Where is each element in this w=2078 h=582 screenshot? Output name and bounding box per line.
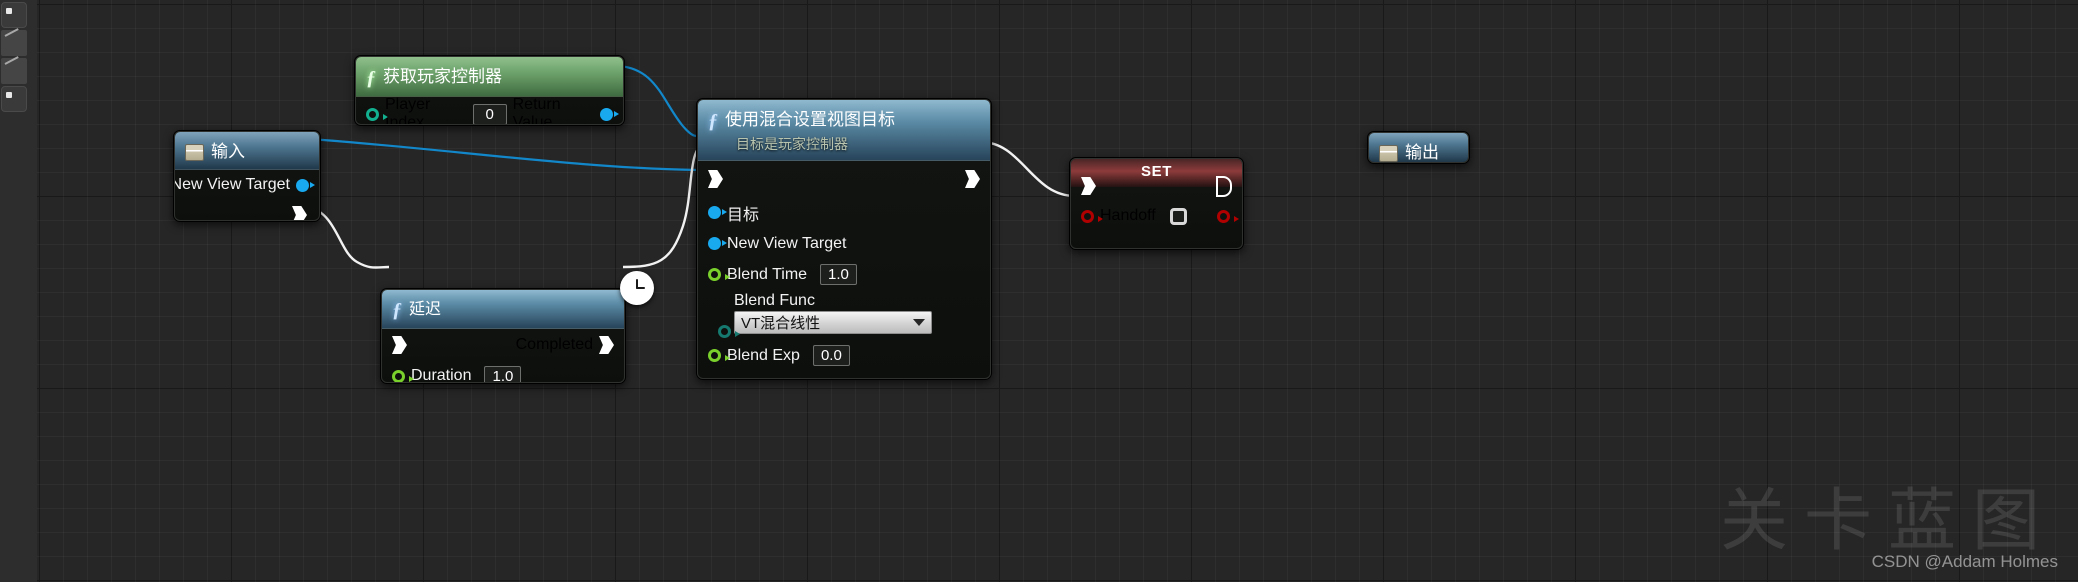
node-set-view-target-subtitle: 目标是玩家控制器: [736, 136, 848, 152]
pin-blend-func-enum[interactable]: [718, 325, 740, 338]
pin-label-new-view-target: New View Target: [174, 176, 290, 193]
exec-pin-blend-in[interactable]: [708, 170, 723, 188]
checkbox-handoff[interactable]: [1169, 207, 1187, 225]
wire-input-exec-to-delay: [308, 205, 390, 269]
pin-label-lock-outgoing: Lock Outgoing: [727, 378, 830, 379]
function-f-icon: ƒ: [392, 299, 402, 321]
checkbox-lock-outgoing[interactable]: [844, 378, 861, 379]
node-set-view-target-title: 使用混合设置视图目标: [725, 110, 895, 129]
wire-delay-completed-to-blend-exec: [622, 140, 706, 269]
node-set[interactable]: SET Handoff: [1069, 157, 1244, 250]
pin-label-handoff: Handoff: [1100, 207, 1156, 224]
pin-label-blend-func: Blend Func: [734, 292, 815, 309]
pin-new-view-target-object-in[interactable]: [708, 237, 727, 250]
pin-row-delay-exec: Completed: [382, 329, 624, 361]
node-delay-title: 延迟: [409, 301, 442, 318]
pin-return-value-object[interactable]: [600, 107, 619, 121]
rail-button-4[interactable]: [1, 86, 27, 112]
variable-box-icon: [185, 144, 204, 161]
pin-row-blend-time: Blend Time 1.0: [698, 259, 990, 290]
node-get-player-controller-header: ƒ 获取玩家控制器: [356, 57, 623, 97]
node-get-player-controller-body: Player Index 0 Return Value: [356, 96, 623, 125]
input-blend-time[interactable]: 1.0: [820, 264, 857, 285]
node-input-header: 输入: [175, 132, 319, 170]
node-get-player-controller-title: 获取玩家控制器: [383, 67, 502, 86]
pin-row-blend-exec: [698, 161, 990, 197]
pin-label-blend-exp: Blend Exp: [727, 346, 800, 364]
pin-row-lock-outgoing: Lock Outgoing: [698, 371, 990, 379]
pin-row-blend-exp: Blend Exp 0.0: [698, 340, 990, 371]
function-f-icon: ƒ: [708, 110, 718, 132]
node-output[interactable]: 输出: [1367, 131, 1470, 164]
node-output-title: 输出: [1405, 143, 1439, 162]
pin-target-object[interactable]: [708, 206, 727, 219]
dropdown-blend-func-value: VT混合线性: [741, 315, 821, 332]
pin-row-target: 目标: [698, 197, 990, 228]
pin-row-input-exec-out[interactable]: [175, 200, 319, 220]
exec-pin-set-out[interactable]: [1216, 175, 1232, 197]
chevron-down-icon: [913, 319, 925, 326]
node-output-header: 输出: [1369, 133, 1468, 162]
pin-row-blend-func: Blend Func VT混合线性: [698, 292, 990, 340]
pin-new-view-target-object[interactable]: [296, 178, 315, 192]
pin-label-completed: Completed: [515, 336, 593, 353]
pin-handoff-bool-out[interactable]: [1217, 209, 1239, 223]
node-set-view-target-header: ƒ 使用混合设置视图目标 目标是玩家控制器: [698, 100, 990, 161]
rail-button-4-icon: [6, 92, 12, 98]
input-blend-exp[interactable]: 0.0: [812, 345, 850, 366]
node-set-view-target-with-blend[interactable]: ƒ 使用混合设置视图目标 目标是玩家控制器 目标 New View Target…: [696, 98, 992, 380]
pin-label-target: 目标: [727, 206, 760, 224]
input-duration[interactable]: 1.0: [484, 365, 522, 382]
rail-button-3-icon: [4, 56, 19, 65]
exec-pin-out[interactable]: [292, 206, 307, 220]
pin-row-handoff: Handoff: [1071, 199, 1242, 233]
node-set-body: Handoff: [1071, 173, 1242, 233]
left-toolbar-rail: [0, 0, 38, 582]
clock-hand-minute: [636, 287, 645, 289]
node-input-title: 输入: [211, 142, 245, 161]
function-f-icon: ƒ: [366, 67, 376, 89]
pin-blend-time-float[interactable]: [708, 268, 730, 281]
pin-label-duration: Duration: [411, 367, 472, 383]
node-input[interactable]: 输入 New View Target: [173, 130, 321, 222]
pin-player-index-int[interactable]: [366, 107, 388, 121]
pin-label-return-value: Return Value: [512, 96, 561, 125]
blueprint-editor-window: 输入 New View Target ƒ 获取玩家控制器 Player Inde…: [0, 0, 2078, 582]
rail-button-2-icon: [4, 28, 19, 37]
pin-row-set-exec: [1071, 173, 1242, 199]
node-input-body: New View Target: [175, 170, 319, 220]
rail-button-3[interactable]: [1, 56, 27, 84]
exec-pin-blend-out[interactable]: [965, 170, 980, 188]
exec-pin-set-in[interactable]: [1081, 177, 1096, 195]
wire-blend-exec-to-set: [980, 140, 1076, 198]
node-delay-header: ƒ 延迟: [382, 290, 624, 329]
exec-pin-delay-in[interactable]: [392, 336, 407, 354]
variable-box-icon: [1379, 145, 1398, 162]
pin-label-blend-new-view-target: New View Target: [727, 234, 847, 252]
watermark-large: 关卡蓝图: [1719, 483, 2056, 559]
pin-row-duration: Duration 1.0: [382, 361, 624, 383]
dropdown-blend-func[interactable]: VT混合线性: [734, 311, 932, 334]
exec-pin-completed-out[interactable]: [599, 336, 614, 354]
pin-handoff-bool[interactable]: [1081, 209, 1103, 223]
pin-row-new-view-target-out[interactable]: New View Target: [175, 170, 319, 200]
node-get-player-controller[interactable]: ƒ 获取玩家控制器 Player Index 0 Return Value: [354, 55, 625, 126]
node-delay[interactable]: ƒ 延迟 Completed Duration 1.0: [380, 271, 654, 384]
pin-duration-float[interactable]: [392, 369, 414, 382]
rail-button-1[interactable]: [1, 2, 27, 28]
rail-button-2[interactable]: [1, 28, 27, 56]
rail-button-1-icon: [6, 8, 12, 14]
node-delay-body: Completed Duration 1.0: [382, 329, 624, 383]
wire-new-view-target: [310, 137, 713, 172]
pin-blend-exp-float[interactable]: [708, 349, 730, 362]
clock-icon: [620, 271, 654, 305]
pin-row-player-index: Player Index 0 Return Value: [356, 96, 623, 125]
watermark-attribution: CSDN @Addam Holmes: [1871, 552, 2058, 571]
pin-label-blend-time: Blend Time: [727, 265, 808, 283]
input-player-index[interactable]: 0: [472, 103, 507, 124]
node-set-view-target-body: 目标 New View Target Blend Time 1.0 Blend …: [698, 161, 990, 379]
pin-label-player-index: Player Index: [385, 96, 431, 125]
blueprint-graph-canvas[interactable]: 输入 New View Target ƒ 获取玩家控制器 Player Inde…: [37, 0, 2078, 582]
pin-row-blend-new-view-target: New View Target: [698, 228, 990, 259]
